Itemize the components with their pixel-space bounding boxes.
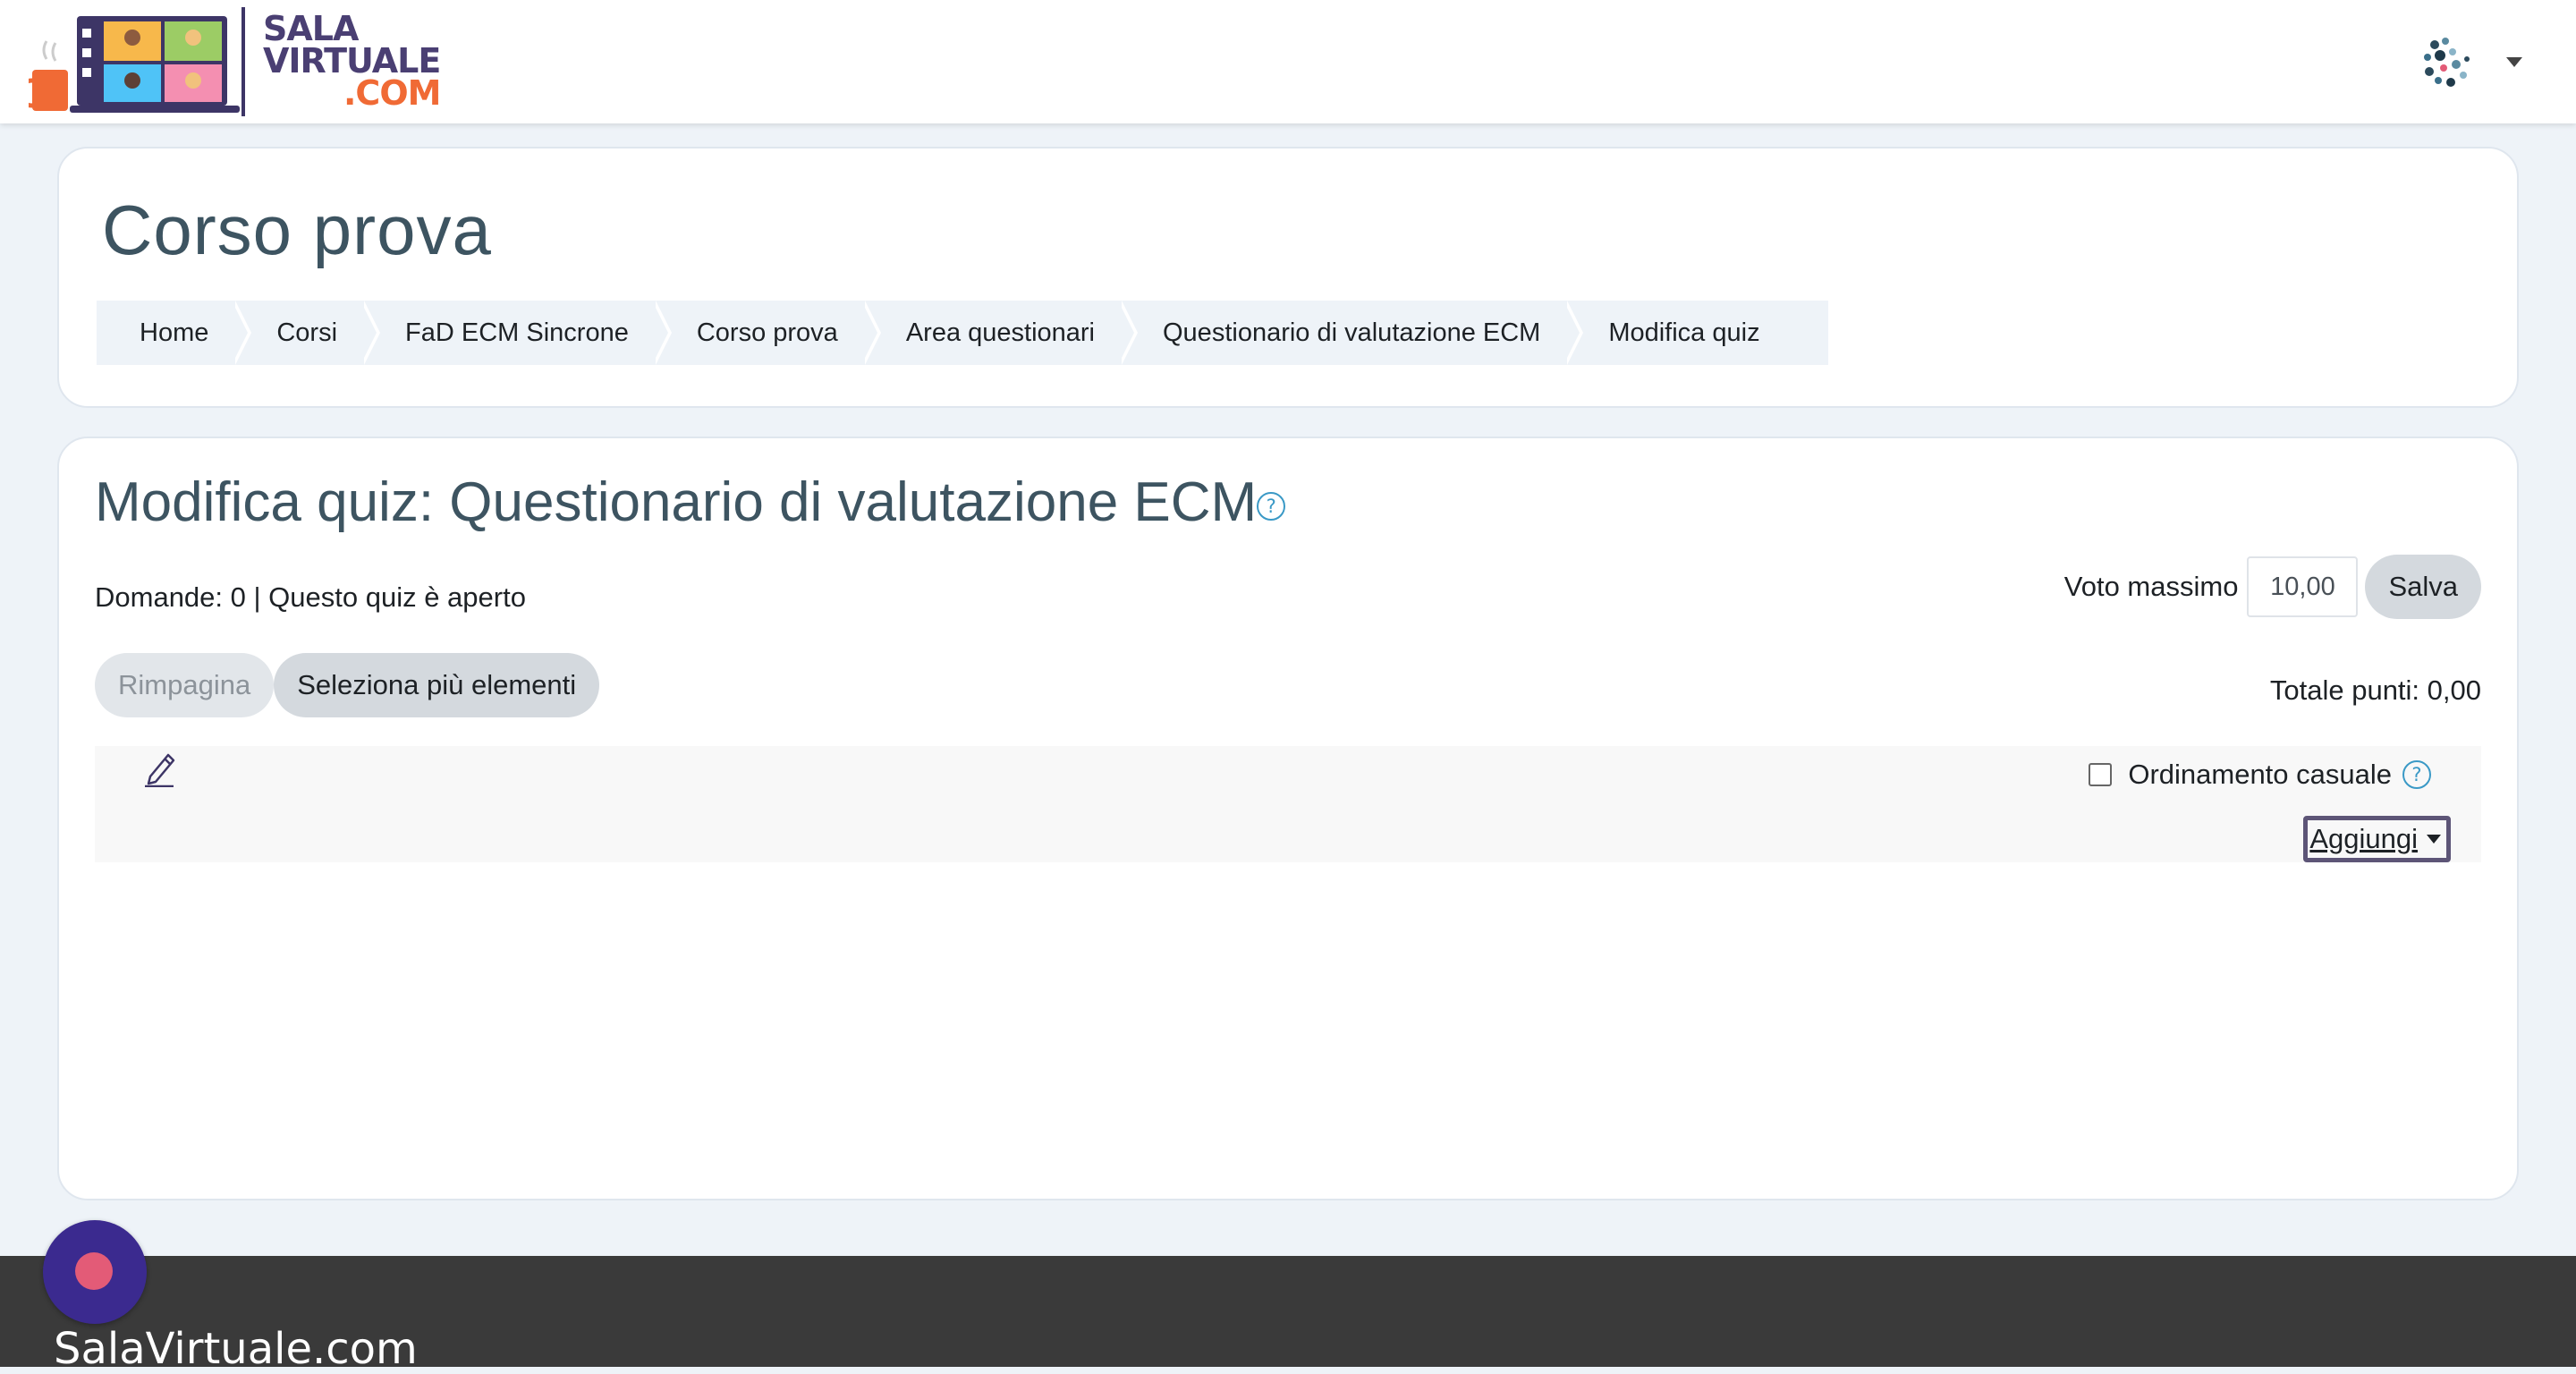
logo-illustration-icon xyxy=(19,16,240,113)
max-grade-form: Voto massimo Salva xyxy=(2064,555,2481,619)
brand-line-1: SALA xyxy=(263,9,359,48)
breadcrumb: Home Corsi FaD ECM Sincrone Corso prova … xyxy=(97,301,1828,365)
breadcrumb-item-quiz[interactable]: Questionario di valutazione ECM xyxy=(1120,301,1584,365)
max-grade-input[interactable] xyxy=(2247,556,2359,617)
help-icon[interactable]: ? xyxy=(2402,760,2431,789)
chevron-down-icon xyxy=(2506,57,2522,67)
record-icon xyxy=(75,1252,113,1290)
shuffle-option: Ordinamento casuale ? xyxy=(2089,759,2431,791)
edit-pencil-icon[interactable] xyxy=(143,748,179,787)
breadcrumb-item-category[interactable]: FaD ECM Sincrone xyxy=(362,301,672,365)
add-label: Aggiungi xyxy=(2309,823,2418,854)
page-footer: SalaVirtuale.com xyxy=(0,1256,2576,1374)
select-multiple-button[interactable]: Seleziona più elementi xyxy=(274,653,600,717)
user-avatar-icon xyxy=(2424,38,2470,87)
quiz-section: Ordinamento casuale ? Aggiungi xyxy=(95,746,2481,862)
quiz-edit-panel: Modifica quiz: Questionario di valutazio… xyxy=(57,437,2519,1200)
quiz-status: Domande: 0 | Questo quiz è aperto xyxy=(95,581,526,613)
user-menu-toggle[interactable] xyxy=(2417,32,2522,95)
repaginate-button[interactable]: Rimpagina xyxy=(95,653,275,717)
floating-record-button[interactable] xyxy=(43,1220,147,1324)
breadcrumb-item-section[interactable]: Area questionari xyxy=(863,301,1139,365)
help-icon[interactable]: ? xyxy=(1257,491,1286,521)
add-dropdown-button[interactable]: Aggiungi xyxy=(2303,816,2451,862)
total-points: Totale punti: 0,00 xyxy=(2269,674,2481,706)
quiz-title-text: Modifica quiz: Questionario di valutazio… xyxy=(95,471,1258,533)
breadcrumb-item-current[interactable]: Modifica quiz xyxy=(1565,301,1784,365)
brand-wordmark: SALA VIRTUALE .COM xyxy=(263,9,441,113)
navbar: SALA VIRTUALE .COM xyxy=(0,0,2576,123)
page-header: Corso prova Home Corsi FaD ECM Sincrone … xyxy=(57,147,2519,408)
quiz-actions: Rimpagina Seleziona più elementi xyxy=(95,653,600,717)
caret-down-icon xyxy=(2427,835,2441,844)
breadcrumb-item-corsi[interactable]: Corsi xyxy=(233,301,380,365)
page-title: Corso prova xyxy=(102,191,492,269)
brand-line-2: VIRTUALE xyxy=(263,41,441,81)
shuffle-label: Ordinamento casuale xyxy=(2128,759,2392,790)
breadcrumb-item-course[interactable]: Corso prova xyxy=(654,301,881,365)
brand-line-3: .COM xyxy=(343,73,441,113)
breadcrumb-item-home[interactable]: Home xyxy=(97,301,252,365)
save-button[interactable]: Salva xyxy=(2365,555,2481,619)
max-grade-label: Voto massimo xyxy=(2063,571,2239,602)
shuffle-checkbox[interactable] xyxy=(2089,763,2113,786)
quiz-title: Modifica quiz: Questionario di valutazio… xyxy=(95,471,1286,534)
logo-separator xyxy=(242,7,245,116)
